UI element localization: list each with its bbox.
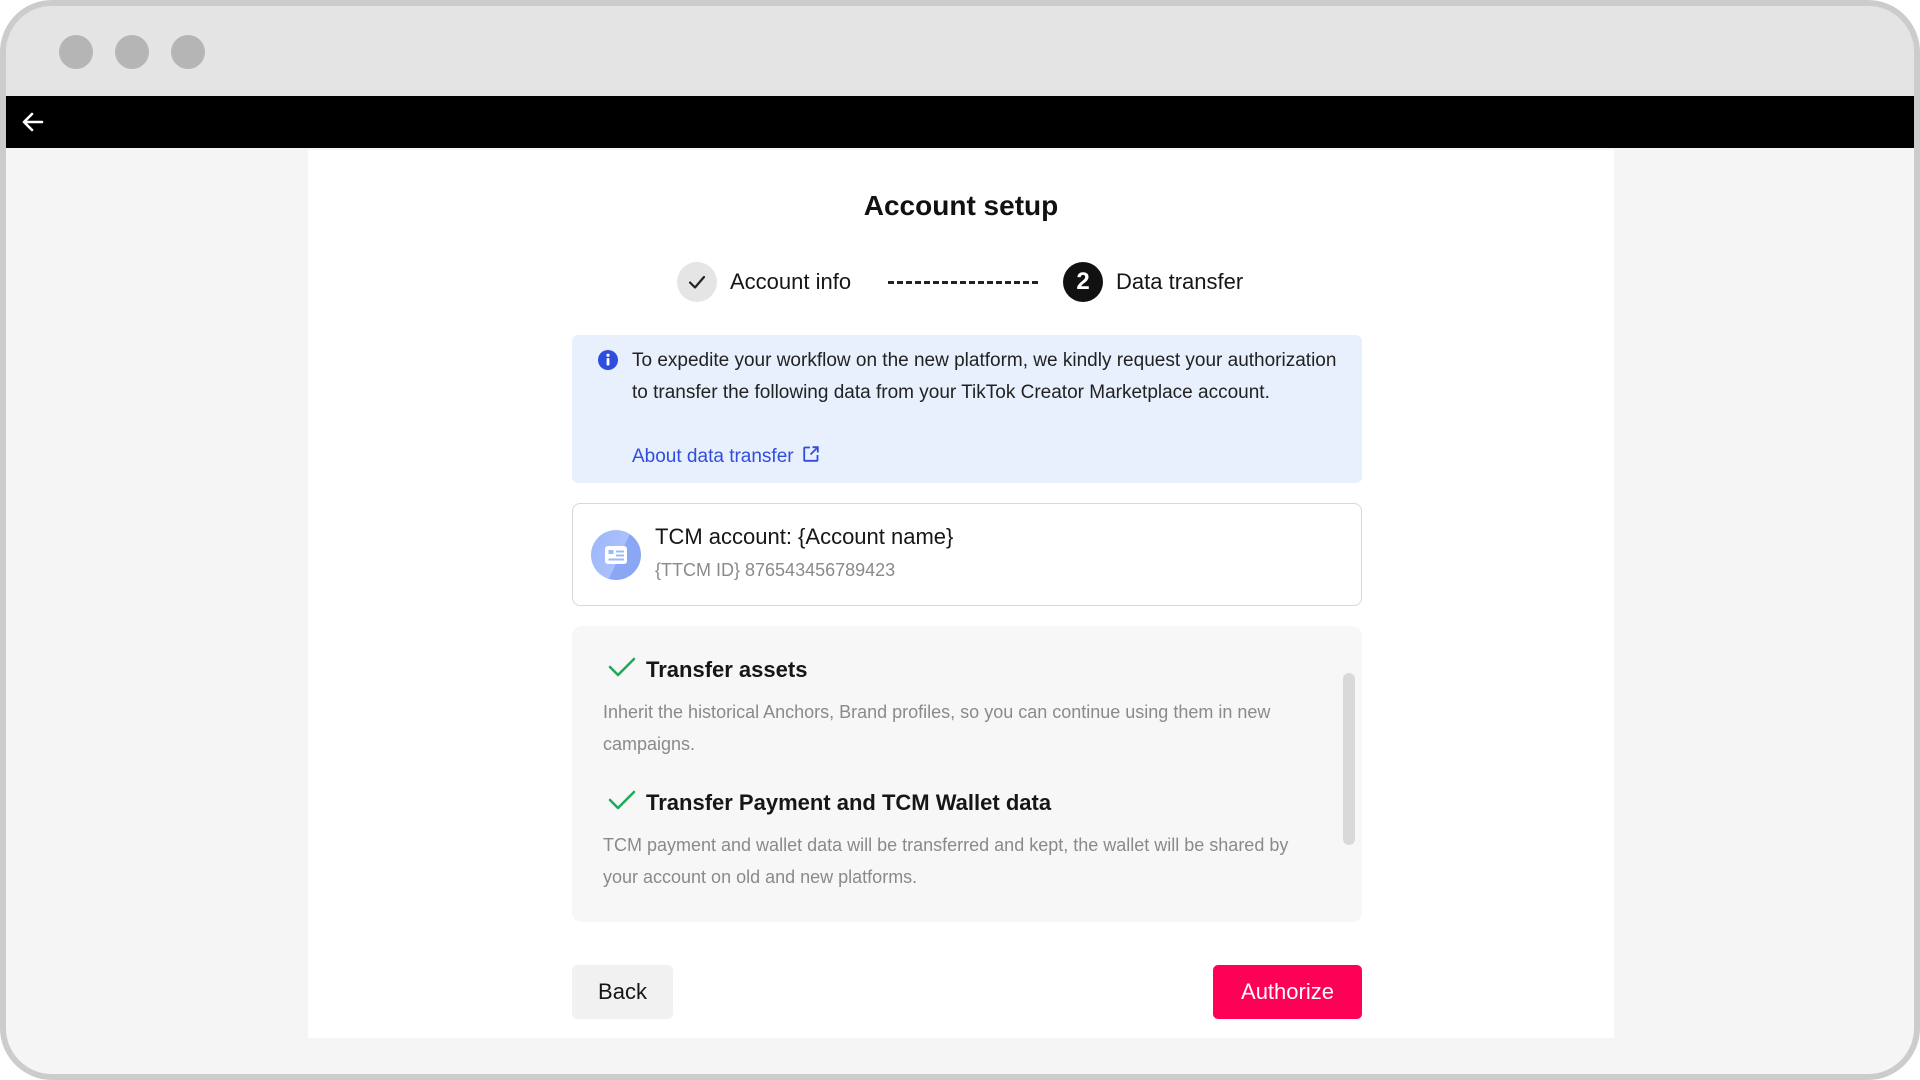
page-content: Account setup Account info 2 Data transf… [6,148,1914,1074]
back-button[interactable]: Back [572,965,673,1019]
benefits-scrollbar[interactable] [1343,673,1355,845]
step-connector [888,281,1038,284]
benefit-item: Transfer assets Inherit the historical A… [603,656,1323,760]
top-nav-bar [6,96,1914,148]
info-banner: To expedite your workflow on the new pla… [572,335,1362,483]
id-card-icon [591,530,641,580]
step-1-label: Account info [730,269,852,294]
authorize-button[interactable]: Authorize [1213,965,1362,1019]
benefit-title: Transfer assets [646,657,808,682]
step-1-check-icon [677,262,717,302]
browser-window: Account setup Account info 2 Data transf… [0,0,1920,1080]
about-data-transfer-label: About data transfer [632,446,794,467]
tcm-account-card: TCM account: {Account name} {TTCM ID} 87… [572,503,1362,606]
page-title: Account setup [863,190,1059,221]
transfer-benefits-list: Transfer assets Inherit the historical A… [572,626,1362,922]
step-2-label: Data transfer [1116,269,1244,294]
external-link-icon [802,445,820,469]
tcm-account-name: TCM account: {Account name} [655,524,954,549]
window-maximize-button[interactable] [171,35,205,69]
benefit-item: Transfer Payment and TCM Wallet data TCM… [603,789,1323,893]
stepper: Account info 2 Data transfer [308,260,1614,304]
window-chrome [6,6,1914,96]
benefit-description: Inherit the historical Anchors, Brand pr… [603,702,1271,754]
info-banner-text: To expedite your workflow on the new pla… [632,350,1337,403]
window-close-button[interactable] [59,35,93,69]
info-icon [597,349,619,371]
check-icon [608,656,636,684]
about-data-transfer-link[interactable]: About data transfer [632,445,820,469]
back-arrow-icon[interactable] [20,109,46,135]
account-setup-panel: Account setup Account info 2 Data transf… [308,150,1614,1038]
tcm-account-id: {TTCM ID} 876543456789423 [655,560,896,580]
benefit-title: Transfer Payment and TCM Wallet data [646,790,1052,815]
check-icon [608,789,636,817]
window-minimize-button[interactable] [115,35,149,69]
step-2-number-badge: 2 [1063,262,1103,302]
benefit-description: TCM payment and wallet data will be tran… [603,835,1289,887]
